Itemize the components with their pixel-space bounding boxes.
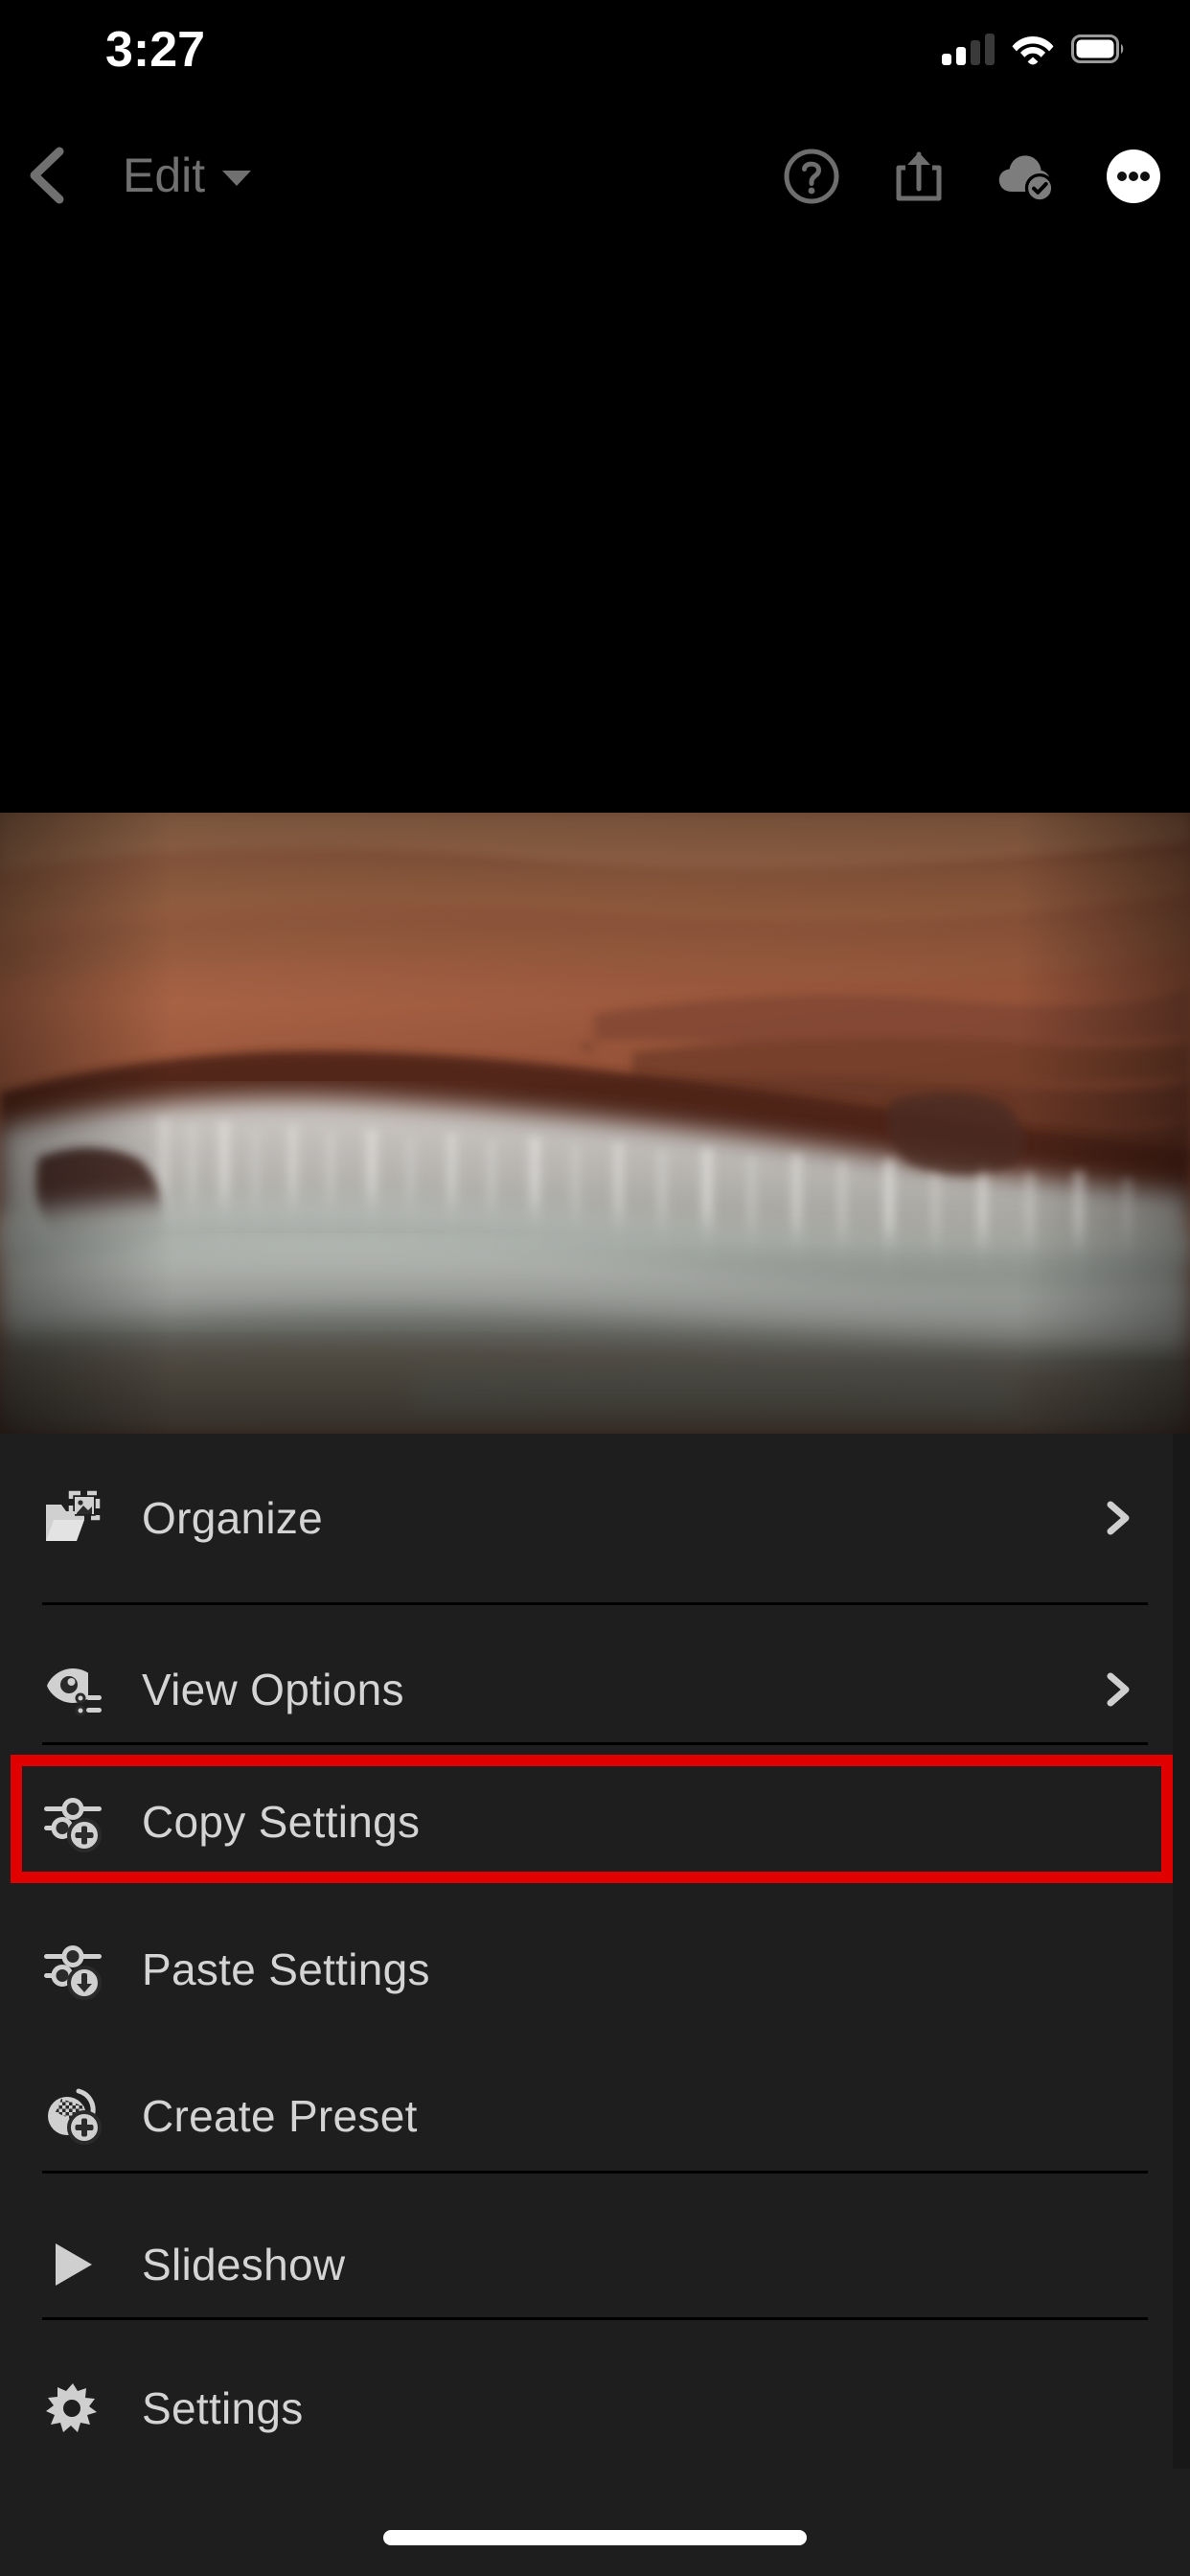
cloud-check-icon [998,155,1055,203]
photo-image [0,813,1190,1434]
menu-item-label: Organize [142,1493,324,1543]
menu-item-organize[interactable]: Organize [0,1434,1190,1602]
bottom-safe-area [0,2469,1190,2576]
sliders-download-icon [42,1939,103,2000]
menu-item-create-preset[interactable]: Create Preset [0,2052,1190,2180]
folder-image-icon [42,1487,103,1549]
sliders-plus-icon [42,1791,103,1852]
cellular-signal-icon [942,33,995,65]
status-bar: 3:27 [0,0,1190,115]
menu-item-label: Copy Settings [142,1797,421,1847]
menu-item-label: Slideshow [142,2240,346,2289]
caret-down-icon [222,171,252,186]
menu-item-label: Create Preset [142,2091,418,2141]
menu-item-view-options[interactable]: View Options [0,1605,1190,1774]
context-menu: Organize View Options Copy Settings Past… [0,1434,1190,2469]
menu-item-paste-settings[interactable]: Paste Settings [0,1905,1190,2034]
gear-icon [42,2378,103,2439]
menu-divider [42,1742,1148,1745]
share-button[interactable] [889,147,949,206]
play-triangle-icon [42,2234,103,2295]
menu-item-label: Settings [142,2383,304,2433]
back-button[interactable] [21,142,75,209]
page-title: Edit [123,149,206,202]
menu-divider [42,2171,1148,2174]
more-options-button[interactable] [1104,147,1163,206]
toolbar-actions [782,138,1163,215]
share-upload-icon [896,151,942,201]
menu-item-label: View Options [142,1665,404,1714]
menu-divider [42,2317,1148,2320]
cloud-sync-status[interactable] [996,147,1056,206]
menu-right-gutter [1173,1434,1190,2469]
help-button[interactable] [782,147,841,206]
menu-item-slideshow[interactable]: Slideshow [0,2200,1190,2329]
question-circle-icon [784,149,839,204]
app-toolbar: Edit [0,125,1190,230]
status-indicators [942,27,1125,71]
preset-plus-icon [42,2085,103,2147]
home-indicator[interactable] [383,2530,807,2545]
wifi-icon [1012,36,1054,65]
chevron-left-icon [30,147,64,204]
menu-item-copy-settings[interactable]: Copy Settings [0,1758,1190,1886]
battery-full-icon [1071,34,1124,63]
menu-item-label: Paste Settings [142,1944,430,1994]
chevron-right-icon [1102,1670,1134,1709]
eye-list-icon [42,1659,103,1720]
edit-menu-button[interactable]: Edit [123,146,252,205]
status-time: 3:27 [105,22,206,78]
ellipsis-circle-icon [1107,150,1160,203]
chevron-right-icon [1102,1499,1134,1537]
photo-preview[interactable] [0,813,1190,1434]
phone-screen: 3:27 Edit Organize View Options Copy Set… [0,0,1190,2576]
menu-item-settings[interactable]: Settings [0,2344,1190,2472]
